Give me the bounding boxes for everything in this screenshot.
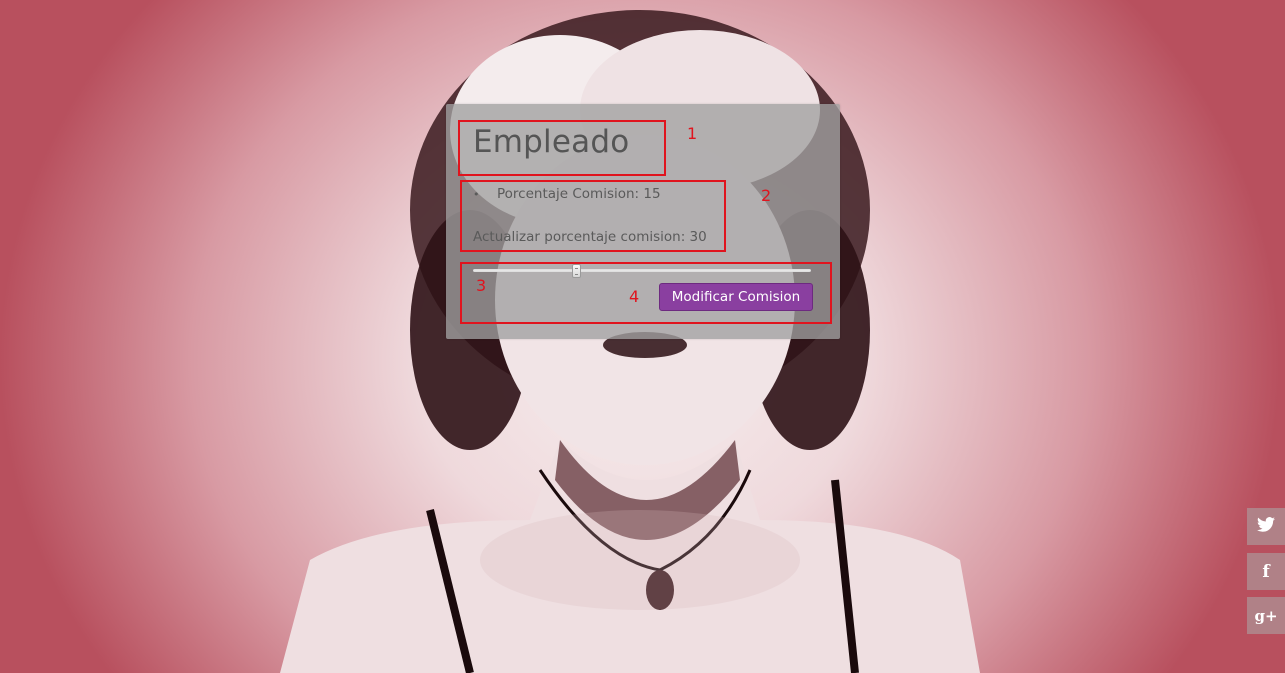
annotation-box-2: [460, 180, 726, 252]
annotation-number-4: 4: [629, 287, 640, 306]
google-plus-button[interactable]: g+: [1247, 597, 1285, 634]
annotation-number-2: 2: [761, 186, 772, 205]
facebook-icon: f: [1262, 561, 1270, 582]
annotation-box-3: [460, 262, 832, 324]
annotation-box-1: [458, 120, 666, 176]
annotation-number-3: 3: [476, 276, 487, 295]
twitter-button[interactable]: [1247, 508, 1285, 545]
facebook-button[interactable]: f: [1247, 553, 1285, 590]
google-plus-icon: g+: [1254, 606, 1278, 625]
annotation-number-1: 1: [687, 124, 698, 143]
twitter-icon: [1257, 516, 1275, 537]
